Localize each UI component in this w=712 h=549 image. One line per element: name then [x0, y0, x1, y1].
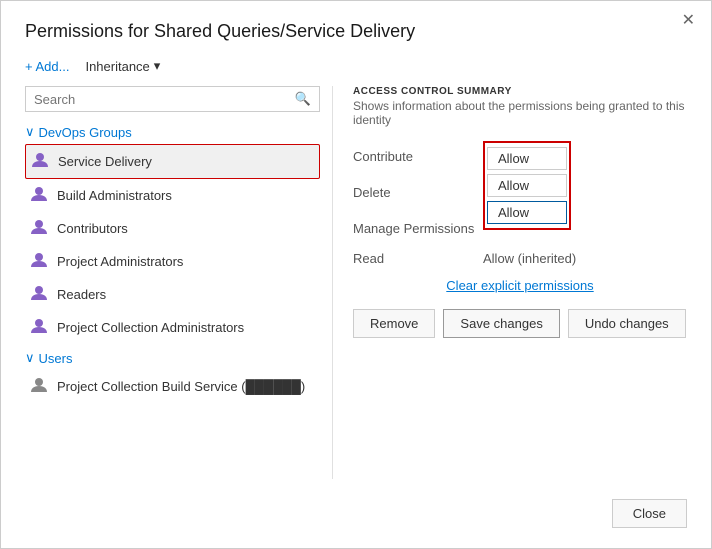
devops-groups-label: DevOps Groups: [39, 125, 132, 140]
perm-label-read: Read: [353, 251, 483, 266]
dialog-footer: Close: [25, 479, 687, 528]
list-item-label: Project Collection Administrators: [57, 320, 244, 335]
inheritance-button[interactable]: Inheritance ▾: [85, 58, 160, 74]
toolbar: + Add... Inheritance ▾: [25, 58, 687, 74]
remove-button[interactable]: Remove: [353, 309, 435, 338]
perm-label: Delete: [353, 177, 483, 207]
list-item-project-admins[interactable]: Project Administrators: [25, 245, 320, 278]
access-control-desc: Shows information about the permissions …: [353, 99, 687, 127]
undo-changes-button[interactable]: Undo changes: [568, 309, 686, 338]
dialog-title: Permissions for Shared Queries/Service D…: [25, 21, 687, 42]
add-button[interactable]: + Add...: [25, 59, 69, 74]
users-header[interactable]: ∨ Users: [25, 348, 320, 368]
perm-value: Allow: [487, 201, 567, 224]
list-item-label: Readers: [57, 287, 106, 302]
person-icon: [29, 283, 49, 306]
inheritance-label: Inheritance: [85, 59, 149, 74]
devops-chevron-icon: ∨: [25, 124, 35, 140]
clear-permissions-button[interactable]: Clear explicit permissions: [353, 278, 687, 293]
action-buttons: Remove Save changes Undo changes: [353, 309, 687, 338]
devops-groups-header[interactable]: ∨ DevOps Groups: [25, 122, 320, 142]
person-icon: [29, 250, 49, 273]
list-item-label: Project Collection Build Service (██████…: [57, 379, 305, 394]
perm-read-row: ReadAllow (inherited): [353, 251, 687, 266]
list-item-label: Build Administrators: [57, 188, 172, 203]
list-item-service-delivery[interactable]: Service Delivery: [25, 144, 320, 179]
person-icon: [29, 375, 49, 398]
list-item-build-admins[interactable]: Build Administrators: [25, 179, 320, 212]
person-icon: [29, 316, 49, 339]
person-icon: [29, 184, 49, 207]
list-item-label: Project Administrators: [57, 254, 183, 269]
right-panel: ACCESS CONTROL SUMMARY Shows information…: [333, 86, 687, 479]
list-item-label: Contributors: [57, 221, 128, 236]
chevron-down-icon: ▾: [154, 58, 161, 74]
perm-value-read: Allow (inherited): [483, 251, 576, 266]
list-item-contributors[interactable]: Contributors: [25, 212, 320, 245]
close-icon[interactable]: ✕: [682, 13, 695, 29]
footer-close-button[interactable]: Close: [612, 499, 687, 528]
content-area: 🔍 ∨ DevOps Groups Service Delivery: [25, 86, 687, 479]
perm-label: Contribute: [353, 141, 483, 171]
search-icon: 🔍: [295, 91, 311, 107]
person-icon: [29, 217, 49, 240]
users-label: Users: [39, 351, 73, 366]
access-control-title: ACCESS CONTROL SUMMARY: [353, 86, 687, 97]
list-item-project-collection-admins[interactable]: Project Collection Administrators: [25, 311, 320, 344]
list-item-project-collection-build[interactable]: Project Collection Build Service (██████…: [25, 370, 320, 403]
perm-label: Manage Permissions: [353, 213, 483, 243]
list-item-readers[interactable]: Readers: [25, 278, 320, 311]
left-panel: 🔍 ∨ DevOps Groups Service Delivery: [25, 86, 333, 479]
perm-value: Allow: [487, 174, 567, 197]
person-icon: [30, 150, 50, 173]
list-item-label: Service Delivery: [58, 154, 152, 169]
perm-value: Allow: [487, 147, 567, 170]
permissions-table: ContributeDeleteManage PermissionsAllowA…: [353, 141, 687, 266]
dialog: ✕ Permissions for Shared Queries/Service…: [0, 0, 712, 549]
search-box: 🔍: [25, 86, 320, 112]
save-changes-button[interactable]: Save changes: [443, 309, 559, 338]
search-input[interactable]: [34, 92, 295, 107]
users-chevron-icon: ∨: [25, 350, 35, 366]
